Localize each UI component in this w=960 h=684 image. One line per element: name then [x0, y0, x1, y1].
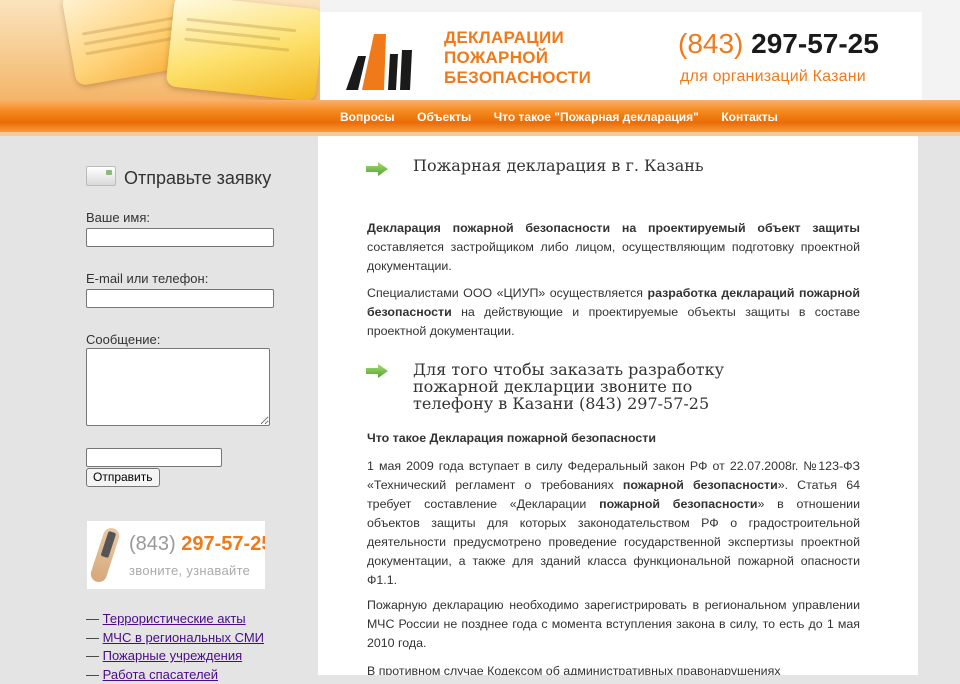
logo-title[interactable]: Декларации пожарной безопасности [444, 28, 634, 88]
phone-number: 297-57-25 [751, 28, 879, 59]
link-terror-acts[interactable]: Террористические акты [103, 611, 246, 626]
contact-input[interactable] [86, 289, 274, 308]
sidebar-links: — Террористические акты — МЧС в регионал… [86, 610, 264, 684]
p1-text: составляется застройщиком либо лицом, ос… [367, 240, 860, 273]
site-header: Декларации пожарной безопасности (843) 2… [0, 0, 960, 100]
header-phone: (843) 297-57-25 [678, 28, 908, 60]
header-logo-area: Декларации пожарной безопасности (843) 2… [320, 12, 922, 100]
phone-banner[interactable]: (843) 297-57-25 звоните, узнавайте [87, 521, 265, 589]
banner-caption: звоните, узнавайте [129, 563, 250, 578]
form-title-text: Отправьте заявку [124, 168, 271, 188]
nav-item-what-is-declaration[interactable]: Что такое "Пожарная декларация" [494, 110, 699, 124]
request-form-title: Отправьте заявку [86, 166, 271, 189]
nav-item-questions[interactable]: Вопросы [340, 110, 395, 124]
paragraph-1: Декларация пожарной безопасности на прое… [367, 219, 860, 276]
link-rescuers-work[interactable]: Работа спасателей [103, 667, 218, 682]
section-subheading: Что такое Декларация пожарной безопаснос… [367, 431, 656, 445]
list-item: — Пожарные учреждения [86, 647, 264, 666]
dash: — [86, 611, 99, 626]
p3-bold-1: пожарной безопасности [623, 478, 778, 492]
link-mchs-media[interactable]: МЧС в региональных СМИ [103, 630, 264, 645]
banner-phone-code: (843) [129, 533, 176, 555]
sidebar: Отправьте заявку Ваше имя: E-mail или те… [0, 136, 318, 675]
name-input[interactable] [86, 228, 274, 247]
list-item: — МЧС в региональных СМИ [86, 629, 264, 648]
name-label: Ваше имя: [86, 210, 150, 225]
contact-label: E-mail или телефон: [86, 271, 208, 286]
main-content: Пожарная декларация в г. Казань Декларац… [318, 136, 918, 675]
nav-item-contacts[interactable]: Контакты [721, 110, 778, 124]
link-fire-institutions[interactable]: Пожарные учреждения [103, 648, 243, 663]
p3-bold-2: пожарной безопасности [599, 497, 757, 511]
dash: — [86, 630, 99, 645]
message-label: Сообщение: [86, 332, 160, 347]
message-textarea[interactable] [86, 348, 270, 426]
banner-phone: (843) 297-57-25 [129, 533, 265, 556]
logo-line: безопасности [444, 68, 634, 88]
phone-code: (843) [678, 28, 743, 59]
captcha-input[interactable] [86, 448, 222, 467]
paragraph-5: В противном случае Кодексом об администр… [367, 662, 860, 675]
nav-item-objects[interactable]: Объекты [417, 110, 471, 124]
p2-text-start: Специалистами ООО «ЦИУП» осуществляется [367, 286, 648, 300]
dash: — [86, 648, 99, 663]
p1-bold: Декларация пожарной безопасности на прое… [367, 221, 860, 235]
arrow-icon [366, 162, 388, 176]
certificate-card-image [166, 0, 320, 100]
paragraph-2: Специалистами ООО «ЦИУП» осуществляется … [367, 284, 860, 341]
submit-button[interactable]: Отправить [86, 468, 160, 487]
phone-subtitle: для организаций Казани [680, 68, 910, 86]
dash: — [86, 667, 99, 682]
header-banner-image [0, 0, 320, 100]
arrow-icon [366, 364, 388, 378]
order-heading: Для того чтобы заказать разработку пожар… [413, 361, 743, 412]
page-title: Пожарная декларация в г. Казань [413, 156, 704, 175]
envelope-icon [86, 166, 116, 186]
paragraph-4: Пожарную декларацию необходимо зарегистр… [367, 596, 860, 653]
logo-line: Декларации [444, 28, 634, 48]
list-item: — Террористические акты [86, 610, 264, 629]
hand-phone-icon [89, 526, 122, 584]
banner-phone-number: 297-57-25 [181, 533, 265, 555]
logo-line: пожарной [444, 48, 634, 68]
paragraph-3: 1 мая 2009 года вступает в силу Федераль… [367, 457, 860, 590]
main-nav: Вопросы Объекты Что такое "Пожарная декл… [0, 100, 960, 132]
logo-icon[interactable] [344, 24, 414, 90]
